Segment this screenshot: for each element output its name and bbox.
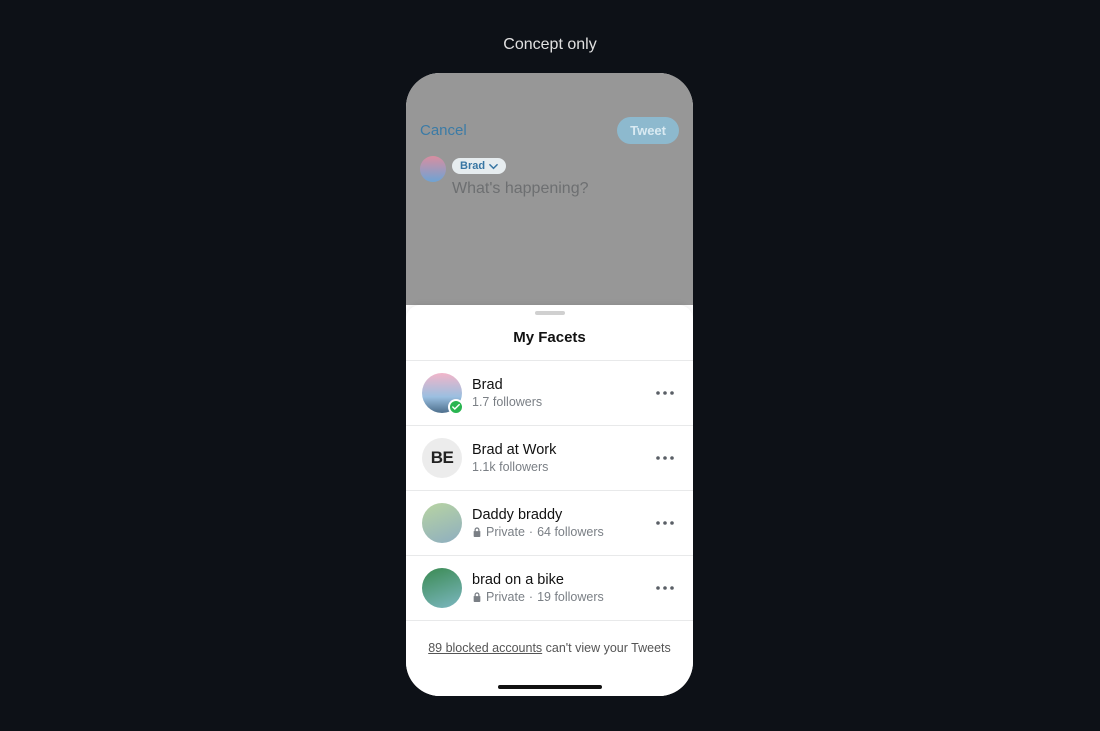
caption-label: Concept only [0, 36, 1100, 54]
facet-more-button[interactable] [653, 576, 677, 600]
facet-avatar [422, 503, 462, 543]
facet-name: brad on a bike [472, 572, 643, 588]
facet-more-button[interactable] [653, 381, 677, 405]
blocked-accounts-rest: can't view your Tweets [542, 641, 671, 655]
compose-avatar [420, 156, 446, 182]
ellipsis-icon [656, 456, 674, 460]
facet-row[interactable]: brad on a bike Private·19 followers [406, 556, 693, 621]
facet-more-button[interactable] [653, 511, 677, 535]
cancel-button[interactable]: Cancel [420, 122, 467, 139]
lock-icon [472, 592, 482, 602]
facet-more-button[interactable] [653, 446, 677, 470]
facet-name: Daddy braddy [472, 507, 643, 523]
persona-chip-label: Brad [460, 160, 485, 172]
facets-bottom-sheet: My Facets Brad 1.7 followers [406, 305, 693, 696]
facet-row[interactable]: BE Brad at Work 1.1k followers [406, 426, 693, 491]
tweet-button[interactable]: Tweet [617, 117, 679, 144]
selected-check-icon [448, 399, 464, 415]
compose-placeholder[interactable]: What's happening? [452, 180, 679, 198]
ellipsis-icon [656, 586, 674, 590]
facet-subtitle: 1.1k followers [472, 460, 643, 474]
facet-subtitle: 1.7 followers [472, 395, 643, 409]
sheet-title: My Facets [406, 315, 693, 360]
facet-list: Brad 1.7 followers BE Brad at Work 1.1k … [406, 360, 693, 621]
facet-avatar: BE [422, 438, 462, 478]
facet-subtitle: Private·19 followers [472, 590, 643, 604]
lock-icon [472, 527, 482, 537]
blocked-accounts-footer: 89 blocked accounts can't view your Twee… [406, 641, 693, 655]
ellipsis-icon [656, 391, 674, 395]
facet-subtitle: Private·64 followers [472, 525, 643, 539]
ellipsis-icon [656, 521, 674, 525]
facet-name: Brad at Work [472, 442, 643, 458]
persona-selector-chip[interactable]: Brad [452, 158, 506, 174]
phone-frame: Cancel Tweet Brad What's happening? My F… [406, 73, 693, 696]
facet-avatar [422, 568, 462, 608]
home-indicator [498, 685, 602, 689]
blocked-accounts-link[interactable]: 89 blocked accounts [428, 641, 542, 655]
compose-screen-dimmed: Cancel Tweet Brad What's happening? [406, 73, 693, 305]
chevron-down-icon [489, 162, 498, 171]
facet-name: Brad [472, 377, 643, 393]
facet-row[interactable]: Daddy braddy Private·64 followers [406, 491, 693, 556]
bottom-fade [406, 668, 693, 696]
facet-row[interactable]: Brad 1.7 followers [406, 361, 693, 426]
